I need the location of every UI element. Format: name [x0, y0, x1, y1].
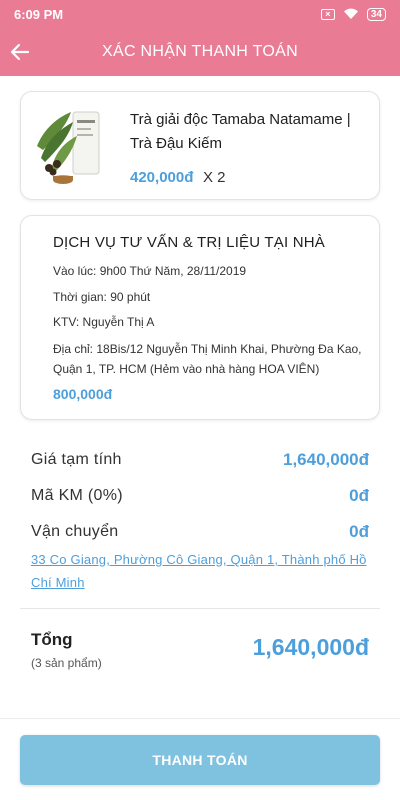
subtotal-value: 1,640,000đ: [282, 450, 369, 469]
service-appointment-time: Vào lúc: 9h00 Thứ Năm, 28/11/2019: [53, 264, 247, 278]
subtotal-label: Giá tạm tính: [31, 451, 122, 468]
page-title: XÁC NHẬN THANH TOÁN: [102, 43, 298, 60]
total-label: Tổng: [31, 630, 73, 649]
shipping-label: Vận chuyển: [31, 523, 119, 540]
arrow-left-icon: [10, 43, 30, 61]
promo-label: Mã KM (0%): [31, 487, 123, 504]
back-button[interactable]: [0, 28, 40, 76]
wifi-icon: [343, 8, 358, 19]
product-quantity: X 2: [203, 169, 226, 186]
service-title: DỊCH VỤ TƯ VẤN & TRỊ LIỆU TẠI NHÀ: [53, 234, 325, 251]
status-time: 6:09 PM: [14, 6, 64, 22]
no-sim-icon: ×: [320, 8, 335, 20]
product-price: 420,000đ: [130, 169, 194, 186]
service-technician: KTV: Nguyễn Thị A: [53, 315, 155, 329]
service-price: 800,000đ: [53, 386, 113, 402]
service-address: Địa chỉ: 18Bis/12 Nguyễn Thị Minh Khai, …: [53, 342, 362, 376]
status-icons: × 34: [320, 7, 386, 21]
product-thumbnail: [37, 111, 100, 184]
total-value: 1,640,000đ: [252, 634, 369, 660]
footer-divider: [0, 718, 400, 719]
shipping-value: 0đ: [349, 522, 369, 541]
app-bar: XÁC NHẬN THANH TOÁN: [0, 28, 400, 76]
battery-indicator: 34: [366, 7, 386, 21]
promo-value: 0đ: [349, 486, 369, 505]
total-item-count: (3 sản phẩm): [31, 656, 102, 670]
pay-button[interactable]: THANH TOÁN: [20, 735, 380, 785]
product-name: Trà giải độc Tamaba Natamame | Trà Đậu K…: [130, 111, 351, 152]
service-duration: Thời gian: 90 phút: [53, 290, 151, 304]
service-card[interactable]: DỊCH VỤ TƯ VẤN & TRỊ LIỆU TẠI NHÀ Vào lú…: [20, 215, 380, 420]
summary-divider: [20, 608, 380, 609]
status-bar: 6:09 PM × 34: [0, 0, 400, 28]
product-card[interactable]: Trà giải độc Tamaba Natamame | Trà Đậu K…: [20, 91, 380, 200]
shipping-address-link[interactable]: 33 Co Giang, Phường Cô Giang, Quận 1, Th…: [31, 548, 371, 594]
